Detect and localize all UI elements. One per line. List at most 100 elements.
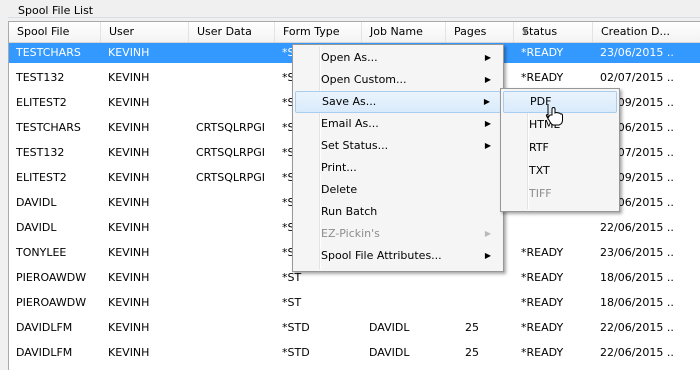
cell-user: KEVINH [108,321,150,334]
cell-creation-d: 22/06/2015 .. [600,321,674,334]
cell-user-data: CRTSQLRPGI [196,121,266,134]
cell-spool-file: TEST132 [16,146,65,159]
cell-spool-file: DAVIDLFM [16,346,73,359]
menu-item-set-status[interactable]: Set Status... ▶ [295,135,501,157]
cell-status: *READY [521,346,564,359]
cell-user: KEVINH [108,46,150,59]
triangle-right-icon: ▶ [484,119,491,128]
cell-creation-d: 23/06/2015 .. [600,46,674,59]
triangle-right-icon: ▶ [484,53,491,62]
cell-spool-file: TONYLEE [16,246,67,259]
cell-job-name [362,293,446,313]
menu-item-open-as[interactable]: Open As... ▶ [295,47,501,69]
cell-user-data [189,43,275,63]
cell-user: KEVINH [108,196,150,209]
column-header-user[interactable]: User [101,22,189,42]
cell-status: *READY [521,271,564,284]
menu-item-open-custom[interactable]: Open Custom... ▶ [295,69,501,91]
menu-item-delete[interactable]: Delete [295,179,501,201]
cell-creation-d: 18/06/2015 .. [600,296,674,309]
cell-user-data [189,318,275,338]
menu-item-label: Open As... [321,51,378,64]
submenu-item-txt[interactable]: TXT [503,160,617,182]
grid-header: Spool File User User Data Form Type Job Name… [9,22,700,43]
cell-creation-d: 18/06/2015 .. [600,271,674,284]
cell-status: *READY [521,71,564,84]
cell-status: *READY [521,46,564,59]
menu-item-label: Save As... [322,95,377,108]
cell-user-data [189,193,275,213]
context-menu: Open As... ▶ Open Custom... ▶ Save As... ▶ Ema… [292,44,504,272]
cell-spool-file: DAVIDL [16,221,57,234]
cell-spool-file: ELITEST2 [16,171,67,184]
triangle-right-icon: ▶ [483,97,490,106]
column-header-user-data[interactable]: User Data [189,22,275,42]
cell-user-data: CRTSQLRPGI [196,171,266,184]
cell-user: KEVINH [108,221,150,234]
table-row[interactable]: DAVIDLFM KEVINH *STD DAVIDL 25 *READY 22/06/20… [9,343,700,363]
triangle-right-icon: ▶ [484,141,491,150]
cell-spool-file: TEST132 [16,71,65,84]
mouse-pointer-icon [545,104,563,126]
menu-item-label: Run Batch [321,205,378,218]
submenu-item-rtf[interactable]: RTF [503,137,617,159]
cell-user: KEVINH [108,121,150,134]
triangle-right-icon: ▶ [484,75,491,84]
cell-creation-d: 22/06/2015 .. [600,221,674,234]
cell-spool-file: DAVIDLFM [16,321,73,334]
cell-user-data: CRTSQLRPGI [196,146,266,159]
menu-item-label: EZ-Pickin's [321,227,380,240]
cell-job-name: DAVIDL [369,321,410,334]
cell-job-name: DAVIDL [369,346,410,359]
cell-spool-file: PIEROAWDW [16,296,87,309]
menu-item-save-as[interactable]: Save As... ▶ [295,91,501,113]
column-header-spool-file[interactable]: Spool File [9,22,101,42]
menu-item-run-batch[interactable]: Run Batch [295,201,501,223]
menu-item-print[interactable]: Print... [295,157,501,179]
cell-status: *READY [521,246,564,259]
cell-user-data [189,243,275,263]
cell-user: KEVINH [108,296,150,309]
submenu-item-tiff: TIFF [529,187,552,200]
cell-user: KEVINH [108,271,150,284]
menu-item-label: Email As... [321,117,379,130]
table-row[interactable]: PIEROAWDW KEVINH *ST *READY 18/06/2015 .. [9,293,700,313]
cell-creation-d: 23/06/2015 .. [600,246,674,259]
cell-user-data [189,268,275,288]
table-row[interactable]: DAVIDLFM KEVINH *STD DAVIDL 25 *READY 22/06/20… [9,318,700,338]
column-header-creation-d[interactable]: Creation D... [593,22,700,42]
cell-user-data [189,343,275,363]
cell-form-type: *STD [282,346,310,359]
menu-item-label: Spool File Attributes... [321,249,442,262]
cell-spool-file: DAVIDL [16,196,57,209]
group-divider [8,17,700,18]
cell-pages [446,293,514,313]
column-header-job-name[interactable]: Job Name [362,22,446,42]
menu-item-spool-file-attributes[interactable]: Spool File Attributes... ▶ [295,245,501,267]
menu-item-ez-pickin-s: EZ-Pickin's ▶ [295,223,501,245]
cell-user: KEVINH [108,246,150,259]
cell-user: KEVINH [108,171,150,184]
cell-user: KEVINH [108,146,150,159]
column-header-pages[interactable]: Pages [446,22,514,42]
menu-item-email-as[interactable]: Email As... ▶ [295,113,501,135]
triangle-right-icon: ▶ [484,229,491,238]
cell-creation-d: 22/06/2015 .. [600,346,674,359]
cell-form-type: *ST [282,296,302,309]
cell-user: KEVINH [108,346,150,359]
sort-down-icon: ▼ [522,27,529,36]
menu-item-label: Delete [321,183,358,196]
menu-item-label: Set Status... [321,139,389,152]
cell-form-type: *STD [282,321,310,334]
cell-spool-file: PIEROAWDW [16,271,87,284]
cell-spool-file: ELITEST2 [16,96,67,109]
cell-spool-file: TESTCHARS [16,121,81,134]
column-header-form-type[interactable]: Form Type [275,22,362,42]
menu-item-label: Print... [321,161,357,174]
cell-user: KEVINH [108,71,150,84]
cell-status: *READY [521,296,564,309]
cell-user: KEVINH [108,96,150,109]
cell-status: *READY [521,321,564,334]
cell-pages: 25 [465,346,479,359]
cell-user-data [189,68,275,88]
